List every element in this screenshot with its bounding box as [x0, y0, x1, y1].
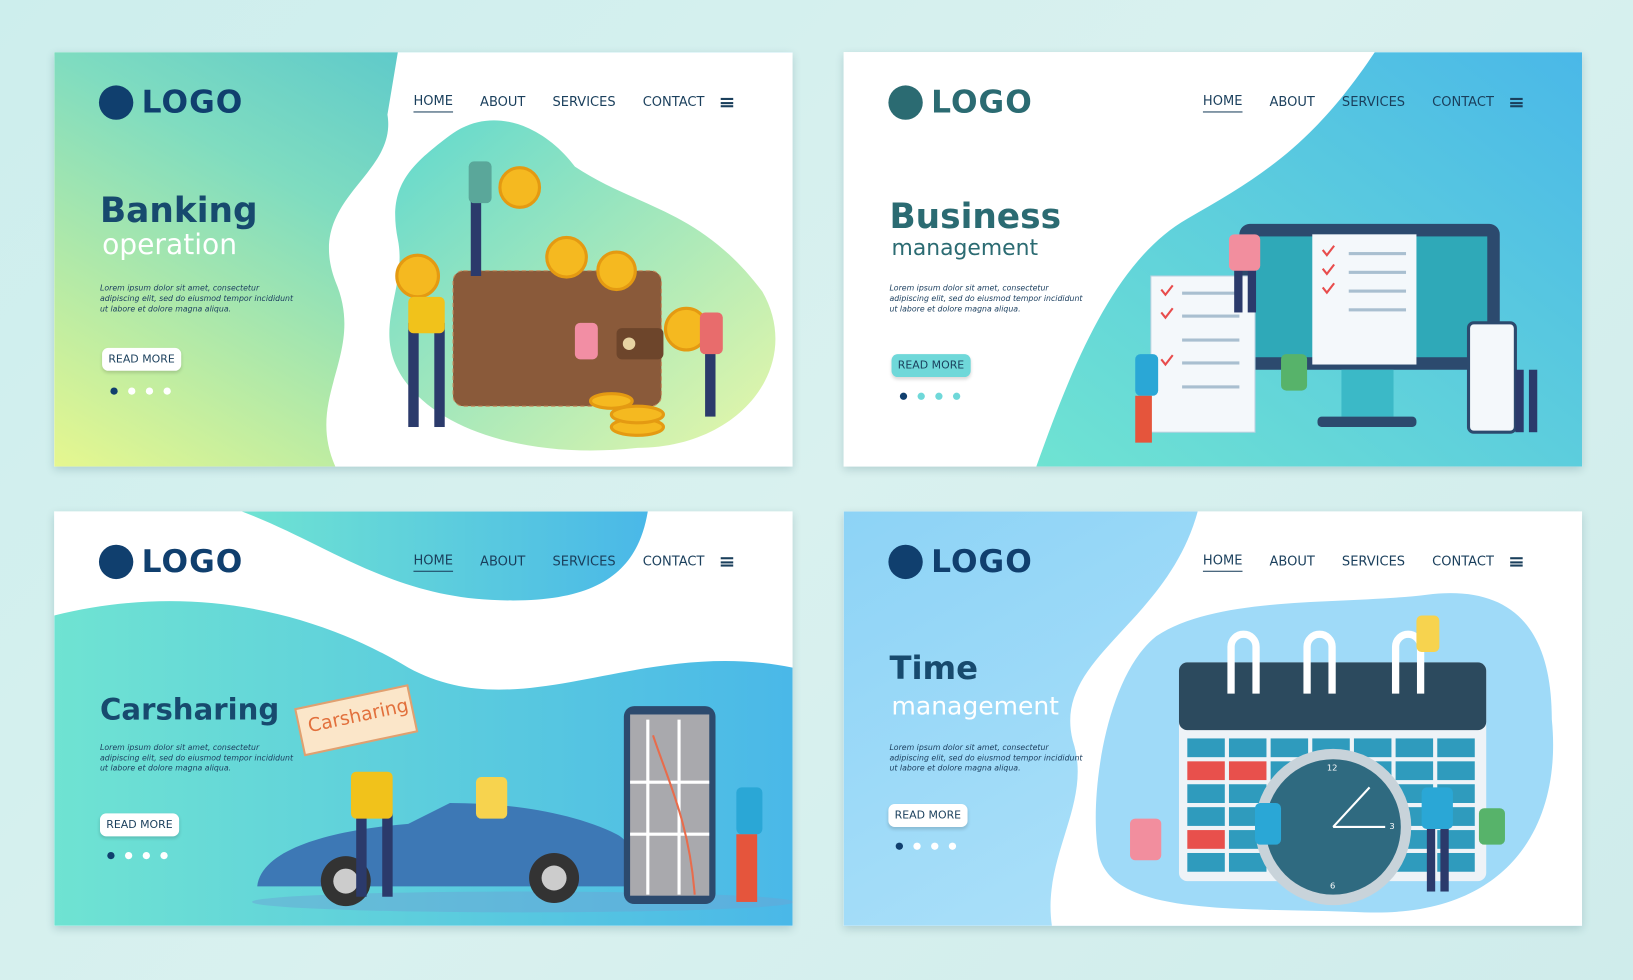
- slide-dot[interactable]: [163, 387, 171, 395]
- slide-dot[interactable]: [107, 851, 115, 860]
- read-more-button[interactable]: READ MORE: [888, 804, 968, 827]
- calendar-cell: [1395, 761, 1434, 781]
- nav-home[interactable]: HOME: [413, 93, 453, 113]
- nav-home[interactable]: HOME: [1202, 552, 1243, 572]
- hamburger-menu-icon[interactable]: [1510, 557, 1524, 567]
- nav-services[interactable]: SERVICES: [552, 553, 615, 572]
- hamburger-menu-icon[interactable]: [1510, 97, 1524, 108]
- nav-menu: HOME ABOUT SERVICES CONTACT: [1202, 552, 1524, 572]
- slider-dots: [107, 851, 168, 860]
- logo[interactable]: LOGO: [98, 544, 243, 580]
- nav-services[interactable]: SERVICES: [1342, 93, 1405, 112]
- slide-dot[interactable]: [110, 387, 118, 395]
- slide-dot[interactable]: [160, 851, 168, 860]
- calendar-cell: [1437, 738, 1475, 758]
- landing-card-banking: LOGO HOME ABOUT SERVICES CONTACT Banking…: [54, 52, 793, 467]
- logo[interactable]: LOGO: [98, 84, 243, 121]
- slide-dot[interactable]: [142, 851, 150, 860]
- clock-number-6: 6: [1329, 881, 1336, 891]
- calendar-cell: [1187, 784, 1225, 803]
- read-more-button[interactable]: READ MORE: [99, 813, 179, 837]
- calendar-cell: [1187, 852, 1225, 872]
- calendar-cell: [1228, 761, 1267, 781]
- slide-dot[interactable]: [935, 392, 943, 400]
- calendar-cell: [1395, 738, 1434, 758]
- landing-card-business: LOGO HOME ABOUT SERVICES CONTACT Busines…: [843, 52, 1583, 467]
- logo-circle-icon: [98, 85, 134, 120]
- slide-dot[interactable]: [917, 392, 925, 400]
- hero-title: Carsharing: [99, 692, 280, 727]
- nav-home[interactable]: HOME: [1202, 93, 1243, 113]
- slide-dot[interactable]: [124, 851, 133, 860]
- nav-contact[interactable]: CONTACT: [643, 553, 705, 572]
- logo-circle-icon: [98, 544, 134, 580]
- slide-dot[interactable]: [931, 842, 939, 850]
- landing-card-time-management: 12 3 6 LOGO HOME ABOUT SERVICES CONTACT …: [843, 511, 1583, 926]
- calendar-cell: [1270, 738, 1309, 758]
- slide-dot[interactable]: [899, 392, 908, 400]
- logo-circle-icon: [888, 85, 923, 120]
- logo-circle-icon: [888, 544, 923, 580]
- hero-subtitle: operation: [102, 229, 238, 262]
- slide-dot[interactable]: [128, 387, 136, 395]
- nav-contact[interactable]: CONTACT: [1432, 553, 1494, 572]
- hero-subtitle: management: [891, 691, 1059, 721]
- logo[interactable]: LOGO: [888, 84, 1032, 121]
- nav-about[interactable]: ABOUT: [480, 553, 525, 572]
- hero-description: Lorem ipsum dolor sit amet, consectetur …: [889, 742, 1083, 773]
- hero-subtitle: management: [891, 235, 1039, 261]
- slide-dot[interactable]: [145, 387, 154, 395]
- hamburger-menu-icon[interactable]: [721, 97, 734, 108]
- hamburger-menu-icon[interactable]: [721, 557, 734, 567]
- logo[interactable]: LOGO: [888, 544, 1032, 580]
- slide-dot[interactable]: [948, 842, 957, 850]
- nav-about[interactable]: ABOUT: [480, 93, 525, 112]
- slide-dot[interactable]: [952, 392, 961, 400]
- calendar-cell: [1228, 738, 1267, 758]
- nav-menu: HOME ABOUT SERVICES CONTACT: [1202, 93, 1524, 113]
- calendar-cell: [1187, 807, 1225, 826]
- hero-title: Business: [889, 195, 1062, 237]
- nav-contact[interactable]: CONTACT: [643, 93, 705, 112]
- hero-description: Lorem ipsum dolor sit amet, consectetur …: [889, 283, 1083, 314]
- nav-about[interactable]: ABOUT: [1270, 93, 1315, 112]
- slide-dot[interactable]: [895, 842, 903, 850]
- slider-dots: [895, 842, 957, 850]
- nav-menu: HOME ABOUT SERVICES CONTACT: [413, 93, 734, 113]
- clock-number-3: 3: [1389, 821, 1395, 832]
- nav-services[interactable]: SERVICES: [552, 93, 615, 112]
- slide-dot[interactable]: [913, 842, 921, 850]
- slider-dots: [110, 387, 171, 395]
- nav-services[interactable]: SERVICES: [1342, 553, 1405, 572]
- slider-dots: [899, 392, 961, 400]
- clock-number-12: 12: [1326, 763, 1338, 773]
- nav-about[interactable]: ABOUT: [1270, 553, 1315, 572]
- hero-title: Time: [889, 649, 979, 688]
- nav-menu: HOME ABOUT SERVICES CONTACT: [413, 552, 734, 572]
- calendar-cell: [1187, 738, 1225, 758]
- hero-description: Lorem ipsum dolor sit amet, consectetur …: [99, 742, 294, 773]
- nav-contact[interactable]: CONTACT: [1432, 93, 1494, 112]
- nav-home[interactable]: HOME: [413, 552, 453, 572]
- calendar-cell: [1437, 761, 1475, 781]
- read-more-button[interactable]: READ MORE: [102, 347, 182, 371]
- hero-description: Lorem ipsum dolor sit amet, consectetur …: [99, 283, 294, 314]
- hero-title: Banking: [99, 189, 258, 231]
- landing-card-carsharing: Carsharing LOGO HOME ABOUT SERVICES CONT…: [54, 511, 793, 926]
- read-more-button[interactable]: READ MORE: [891, 354, 971, 378]
- calendar-cell: [1187, 830, 1225, 849]
- calendar-cell: [1187, 761, 1225, 781]
